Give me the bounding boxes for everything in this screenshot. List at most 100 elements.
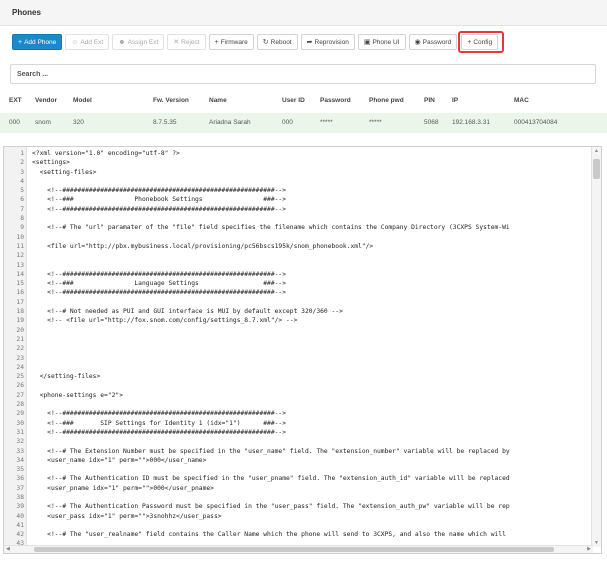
code-line[interactable]: 17 <box>4 298 592 307</box>
cell-phone-pwd: ***** <box>369 119 382 126</box>
header-vendor[interactable]: Vendor <box>35 91 57 111</box>
code-line[interactable]: 5 <!--##################################… <box>4 186 592 195</box>
line-number: 34 <box>16 456 24 464</box>
header-model[interactable]: Model <box>73 91 92 111</box>
line-number: 4 <box>20 177 24 185</box>
horizontal-scrollbar[interactable]: ◀ ▶ <box>4 545 593 553</box>
config-button[interactable]: + Config <box>461 34 499 50</box>
code-line[interactable]: 8 <box>4 214 592 223</box>
code-line[interactable]: 9 <!--# The "url" paramater of the "file… <box>4 223 592 232</box>
window-icon: ▣ <box>363 38 371 46</box>
line-text: <!--# The "url" paramater of the "file" … <box>32 224 510 232</box>
scroll-right-icon[interactable]: ▶ <box>587 546 591 553</box>
header-user-id[interactable]: User ID <box>282 91 305 111</box>
header-pin[interactable]: PIN <box>424 91 435 111</box>
code-line[interactable]: 24 <box>4 363 592 372</box>
line-number: 41 <box>16 521 24 529</box>
reject-button[interactable]: ✕ Reject <box>167 34 206 50</box>
firmware-button[interactable]: + Firmware <box>208 34 254 50</box>
code-line[interactable]: 6 <!--### Phonebook Settings ###--> <box>4 195 592 204</box>
code-line[interactable]: 42 <!--# The "user_realname" field conta… <box>4 530 592 539</box>
reboot-button[interactable]: ↻ Reboot <box>256 34 298 50</box>
cell-fw-version: 8.7.5.35 <box>153 119 177 126</box>
line-number: 31 <box>16 428 24 436</box>
scroll-left-icon[interactable]: ◀ <box>6 546 10 553</box>
code-line[interactable]: 41 <box>4 521 592 530</box>
plus-icon: + <box>18 38 23 46</box>
code-line[interactable]: 3 <setting-files> <box>4 168 592 177</box>
password-button[interactable]: ◉ Password <box>408 34 458 50</box>
line-text: <!--####################################… <box>32 428 287 436</box>
code-line[interactable]: 20 <box>4 326 592 335</box>
code-line[interactable]: 21 <box>4 335 592 344</box>
line-number: 26 <box>16 382 24 390</box>
code-line[interactable]: 10 <box>4 233 592 242</box>
code-line[interactable]: 18 <!--# Not needed as PUI and GUI inter… <box>4 307 592 316</box>
header-fw-version[interactable]: Fw. Version <box>153 91 189 111</box>
line-number: 6 <box>20 196 24 204</box>
code-line[interactable]: 40 <user_pass idx="1" perm="">3snohhz</u… <box>4 512 592 521</box>
add-ext-button[interactable]: ☺ Add Ext <box>65 34 110 50</box>
cell-model: 320 <box>73 119 84 126</box>
add-phone-button[interactable]: + Add Phone <box>12 34 63 50</box>
vertical-scrollbar[interactable]: ▲ ▼ <box>591 147 601 547</box>
code-line[interactable]: 7 <!--##################################… <box>4 205 592 214</box>
code-line[interactable]: 1 <?xml version="1.0" encoding="utf-8" ?> <box>4 149 592 158</box>
line-text: <!--####################################… <box>32 270 287 278</box>
cell-ip: 192.168.3.31 <box>452 119 490 126</box>
header-ext[interactable]: EXT <box>9 91 22 111</box>
scroll-down-icon[interactable]: ▼ <box>594 540 599 546</box>
header-phone-pwd[interactable]: Phone pwd <box>369 91 404 111</box>
code-line[interactable]: 29 <!--#################################… <box>4 409 592 418</box>
header-name[interactable]: Name <box>209 91 227 111</box>
line-number: 20 <box>16 326 24 334</box>
code-line[interactable]: 14 <!--#################################… <box>4 270 592 279</box>
line-number: 23 <box>16 354 24 362</box>
code-line[interactable]: 13 <box>4 261 592 270</box>
code-line[interactable]: 34 <user_name idx="1" perm="">000</user_… <box>4 456 592 465</box>
horizontal-scroll-thumb[interactable] <box>34 547 554 552</box>
vertical-scroll-thumb[interactable] <box>593 159 600 179</box>
code-line[interactable]: 19 <!-- <file url="http://fox.snom.com/c… <box>4 316 592 325</box>
code-line[interactable]: 27 <phone-settings e="2"> <box>4 391 592 400</box>
assign-ext-button[interactable]: ☻ Assign Ext <box>112 34 165 50</box>
code-line[interactable]: 36 <!--# The Authentication ID must be s… <box>4 474 592 483</box>
table-header-row: EXT Vendor Model Fw. Version Name User I… <box>0 91 607 113</box>
scroll-up-icon[interactable]: ▲ <box>594 148 599 154</box>
code-line[interactable]: 16 <!--#################################… <box>4 288 592 297</box>
line-number: 38 <box>16 493 24 501</box>
line-number: 24 <box>16 363 24 371</box>
code-line[interactable]: 39 <!--# The Authentication Password mus… <box>4 502 592 511</box>
code-line[interactable]: 12 <box>4 251 592 260</box>
config-editor[interactable]: 1 <?xml version="1.0" encoding="utf-8" ?>… <box>3 146 602 554</box>
code-line[interactable]: 4 <box>4 177 592 186</box>
code-line[interactable]: 35 <box>4 465 592 474</box>
code-line[interactable]: 23 <box>4 354 592 363</box>
code-line[interactable]: 15 <!--### Language Settings ###--> <box>4 279 592 288</box>
code-line[interactable]: 33 <!--# The Extension Number must be sp… <box>4 447 592 456</box>
table-row[interactable]: 000 snom 320 8.7.5.35 Ariadna Sarah 000 … <box>0 113 607 133</box>
cell-mac: 000413704084 <box>514 119 558 126</box>
reprovision-button[interactable]: ➦ Reprovision <box>300 34 355 50</box>
line-number: 18 <box>16 308 24 316</box>
header-password[interactable]: Password <box>320 91 351 111</box>
phone-ui-button[interactable]: ▣ Phone UI <box>357 34 406 50</box>
code-line[interactable]: 11 <file url="http://pbx.mybusiness.loca… <box>4 242 592 251</box>
code-line[interactable]: 28 <box>4 400 592 409</box>
header-ip[interactable]: IP <box>452 91 458 111</box>
code-line[interactable]: 31 <!--#################################… <box>4 428 592 437</box>
code-line[interactable]: 30 <!--### SIP Settings for Identity 1 (… <box>4 419 592 428</box>
search-input[interactable] <box>17 70 589 78</box>
line-text: <!--# The Authentication ID must be spec… <box>32 475 510 483</box>
line-number: 27 <box>16 391 24 399</box>
code-line[interactable]: 22 <box>4 344 592 353</box>
code-line[interactable]: 38 <box>4 493 592 502</box>
code-line[interactable]: 37 <user_pname idx="1" perm="">000</user… <box>4 484 592 493</box>
code-line[interactable]: 2 <settings> <box>4 158 592 167</box>
code-line[interactable]: 26 <box>4 381 592 390</box>
line-text: <!--####################################… <box>32 410 287 418</box>
header-mac[interactable]: MAC <box>514 91 529 111</box>
phones-table: EXT Vendor Model Fw. Version Name User I… <box>0 91 607 133</box>
code-line[interactable]: 25 </setting-files> <box>4 372 592 381</box>
code-line[interactable]: 32 <box>4 437 592 446</box>
